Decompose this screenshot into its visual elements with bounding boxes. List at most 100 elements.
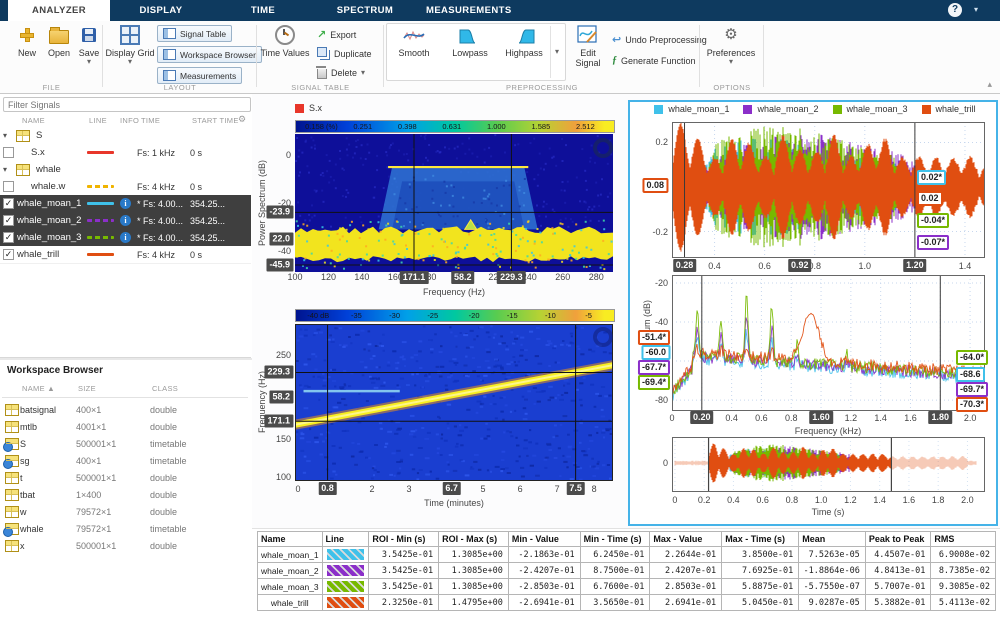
signal-checkbox[interactable]: ✓ [3,215,14,226]
checkbox-cell[interactable]: ✓ [0,198,17,209]
preferences-caret-icon[interactable]: ▾ [706,58,756,66]
info-icon[interactable]: i [120,215,131,226]
info-icon[interactable]: i [120,198,131,209]
signal-start-time: 0 s [190,182,251,192]
gallery-caret[interactable]: ▾ [550,26,563,78]
workspace-row[interactable]: t500001×1double [0,469,250,486]
duplicate-button[interactable]: Duplicate [317,47,372,60]
workspace-column-name[interactable]: NAME ▲ [22,384,55,393]
tab-display[interactable]: DISPLAY [110,0,212,21]
workspace-row[interactable]: x500001×1double [0,537,250,554]
signal-column-start-time[interactable]: START TIME [192,116,239,125]
signal-column-name[interactable]: NAME [22,116,45,125]
collapse-ribbon-icon[interactable]: ▴ [987,79,992,90]
display-grid-caret-icon[interactable]: ▾ [104,58,156,66]
signal-row[interactable]: whale.wFs: 4 kHz0 s [0,178,251,196]
tab-time[interactable]: TIME [212,0,314,21]
signal-column-info[interactable]: INFO [120,116,139,125]
checkbox-cell[interactable] [0,147,17,158]
measurement-row[interactable]: whale_moan_13.5425e-011.3085e+00-2.1863e… [258,547,996,563]
workspace-column-class[interactable]: CLASS [152,384,178,393]
timetable-icon [5,438,19,450]
signal-checkbox[interactable]: ✓ [3,249,14,260]
workspace-row[interactable]: whale79572×1timetable [0,520,250,537]
measurement-column-header[interactable]: ROI - Max (s) [439,532,509,547]
signal-column-line[interactable]: LINE [89,116,107,125]
signal-checkbox[interactable] [3,147,14,158]
measurement-column-header[interactable]: Name [258,532,323,547]
measurement-line-swatch [322,547,369,563]
tab-analyzer[interactable]: ANALYZER [8,0,110,21]
workspace-row[interactable]: batsignal400×1double [0,401,250,418]
smooth-button[interactable]: Smooth [389,26,439,58]
measurement-column-header[interactable]: Max - Value [650,532,722,547]
panel-splitter[interactable] [0,358,252,360]
help-caret-icon[interactable]: ▾ [974,5,978,14]
measurement-row[interactable]: whale_moan_33.5425e-011.3085e+00-2.8503e… [258,579,996,595]
export-icon: ↗ [317,28,326,41]
column-settings-gear-icon[interactable]: ⚙ [238,114,246,125]
time-values-button[interactable]: Time Values [259,24,311,58]
highpass-button[interactable]: Highpass [499,26,549,58]
workspace-row[interactable]: mtlb4001×1double [0,418,250,435]
signal-checkbox[interactable]: ✓ [3,198,14,209]
signal-checkbox[interactable] [3,181,14,192]
measurement-row[interactable]: whale_trill2.3250e-011.4795e+00-2.6941e-… [258,595,996,611]
measurement-column-header[interactable]: Peak to Peak [865,532,931,547]
measurement-column-header[interactable]: Max - Time (s) [722,532,799,547]
group-collapse-icon[interactable]: ▾ [3,131,14,140]
signal-row[interactable]: S.xFs: 1 kHz0 s [0,144,251,162]
signal-row[interactable]: ✓whale_moan_1i* Fs: 4.00...354.25... [0,195,251,213]
measurement-column-header[interactable]: ROI - Min (s) [369,532,439,547]
checkbox-cell[interactable]: ✓ [0,215,17,226]
measurement-signal-name: whale_moan_3 [258,579,323,595]
preferences-button[interactable]: ⚙ Preferences ▾ [706,24,756,66]
ribbon-section-preprocessing: Smooth Lowpass Highpass ▾ [384,21,700,93]
lowpass-button[interactable]: Lowpass [445,26,495,58]
toggle-workspace-browser[interactable]: Workspace Browser [157,46,262,63]
variable-class: double [150,507,250,517]
filter-signals-input[interactable] [3,97,251,112]
checkbox-cell[interactable] [0,181,17,192]
tab-measurements[interactable]: MEASUREMENTS [416,0,522,21]
signal-row[interactable]: ✓whale_moan_2i* Fs: 4.00...354.25... [0,212,251,230]
measurement-column-header[interactable]: Min - Value [508,532,580,547]
generate-function-button[interactable]: ƒ Generate Function [612,55,696,66]
signal-group-row[interactable]: ▾whale [0,161,251,179]
delete-caret-icon[interactable]: ▾ [361,69,365,77]
checkbox-cell[interactable]: ✓ [0,232,17,243]
toggle-measurements[interactable]: Measurements [157,67,242,84]
signal-row[interactable]: ✓whale_trillFs: 4 kHz0 s [0,246,251,264]
measurement-column-header[interactable]: Min - Time (s) [580,532,650,547]
edit-signal-button[interactable]: Edit Signal [568,24,608,68]
tab-spectrum[interactable]: SPECTRUM [314,0,416,21]
measurement-column-header[interactable]: RMS [931,532,996,547]
measurement-value: -1.8864e-06 [799,563,866,579]
signal-checkbox[interactable]: ✓ [3,232,14,243]
workspace-row[interactable]: tbat1×400double [0,486,250,503]
workspace-row[interactable]: sg400×1timetable [0,452,250,469]
undo-preprocessing-button[interactable]: ↩ Undo Preprocessing [612,33,707,46]
measurement-column-header[interactable]: Mean [799,532,866,547]
workspace-row[interactable]: w79572×1double [0,503,250,520]
group-collapse-icon[interactable]: ▾ [3,165,14,174]
signal-group-row[interactable]: ▾S [0,127,251,145]
toggle-signal-table[interactable]: Signal Table [157,25,232,42]
signal-column-time[interactable]: TIME [141,116,160,125]
measurement-row[interactable]: whale_moan_23.5425e-011.3085e+00-2.4207e… [258,563,996,579]
workspace-column-size[interactable]: SIZE [78,384,96,393]
export-button[interactable]: ↗ Export [317,28,356,41]
measurement-column-header[interactable]: Line [322,532,369,547]
display-grid-button[interactable]: Display Grid ▾ [104,24,156,66]
checkbox-cell[interactable]: ✓ [0,249,17,260]
selected-display[interactable] [628,100,998,526]
signal-row[interactable]: ✓whale_moan_3i* Fs: 4.00...354.25... [0,229,251,247]
workspace-row[interactable]: S500001×1timetable [0,435,250,452]
workspace-browser-icon [163,49,176,60]
delete-button[interactable]: Delete ▾ [317,66,365,79]
measurement-value: 3.5650e-01 [580,595,650,611]
measurement-line-swatch [322,579,369,595]
help-icon[interactable]: ? [948,3,962,17]
line-style-swatch [87,219,114,222]
info-icon[interactable]: i [120,232,131,243]
